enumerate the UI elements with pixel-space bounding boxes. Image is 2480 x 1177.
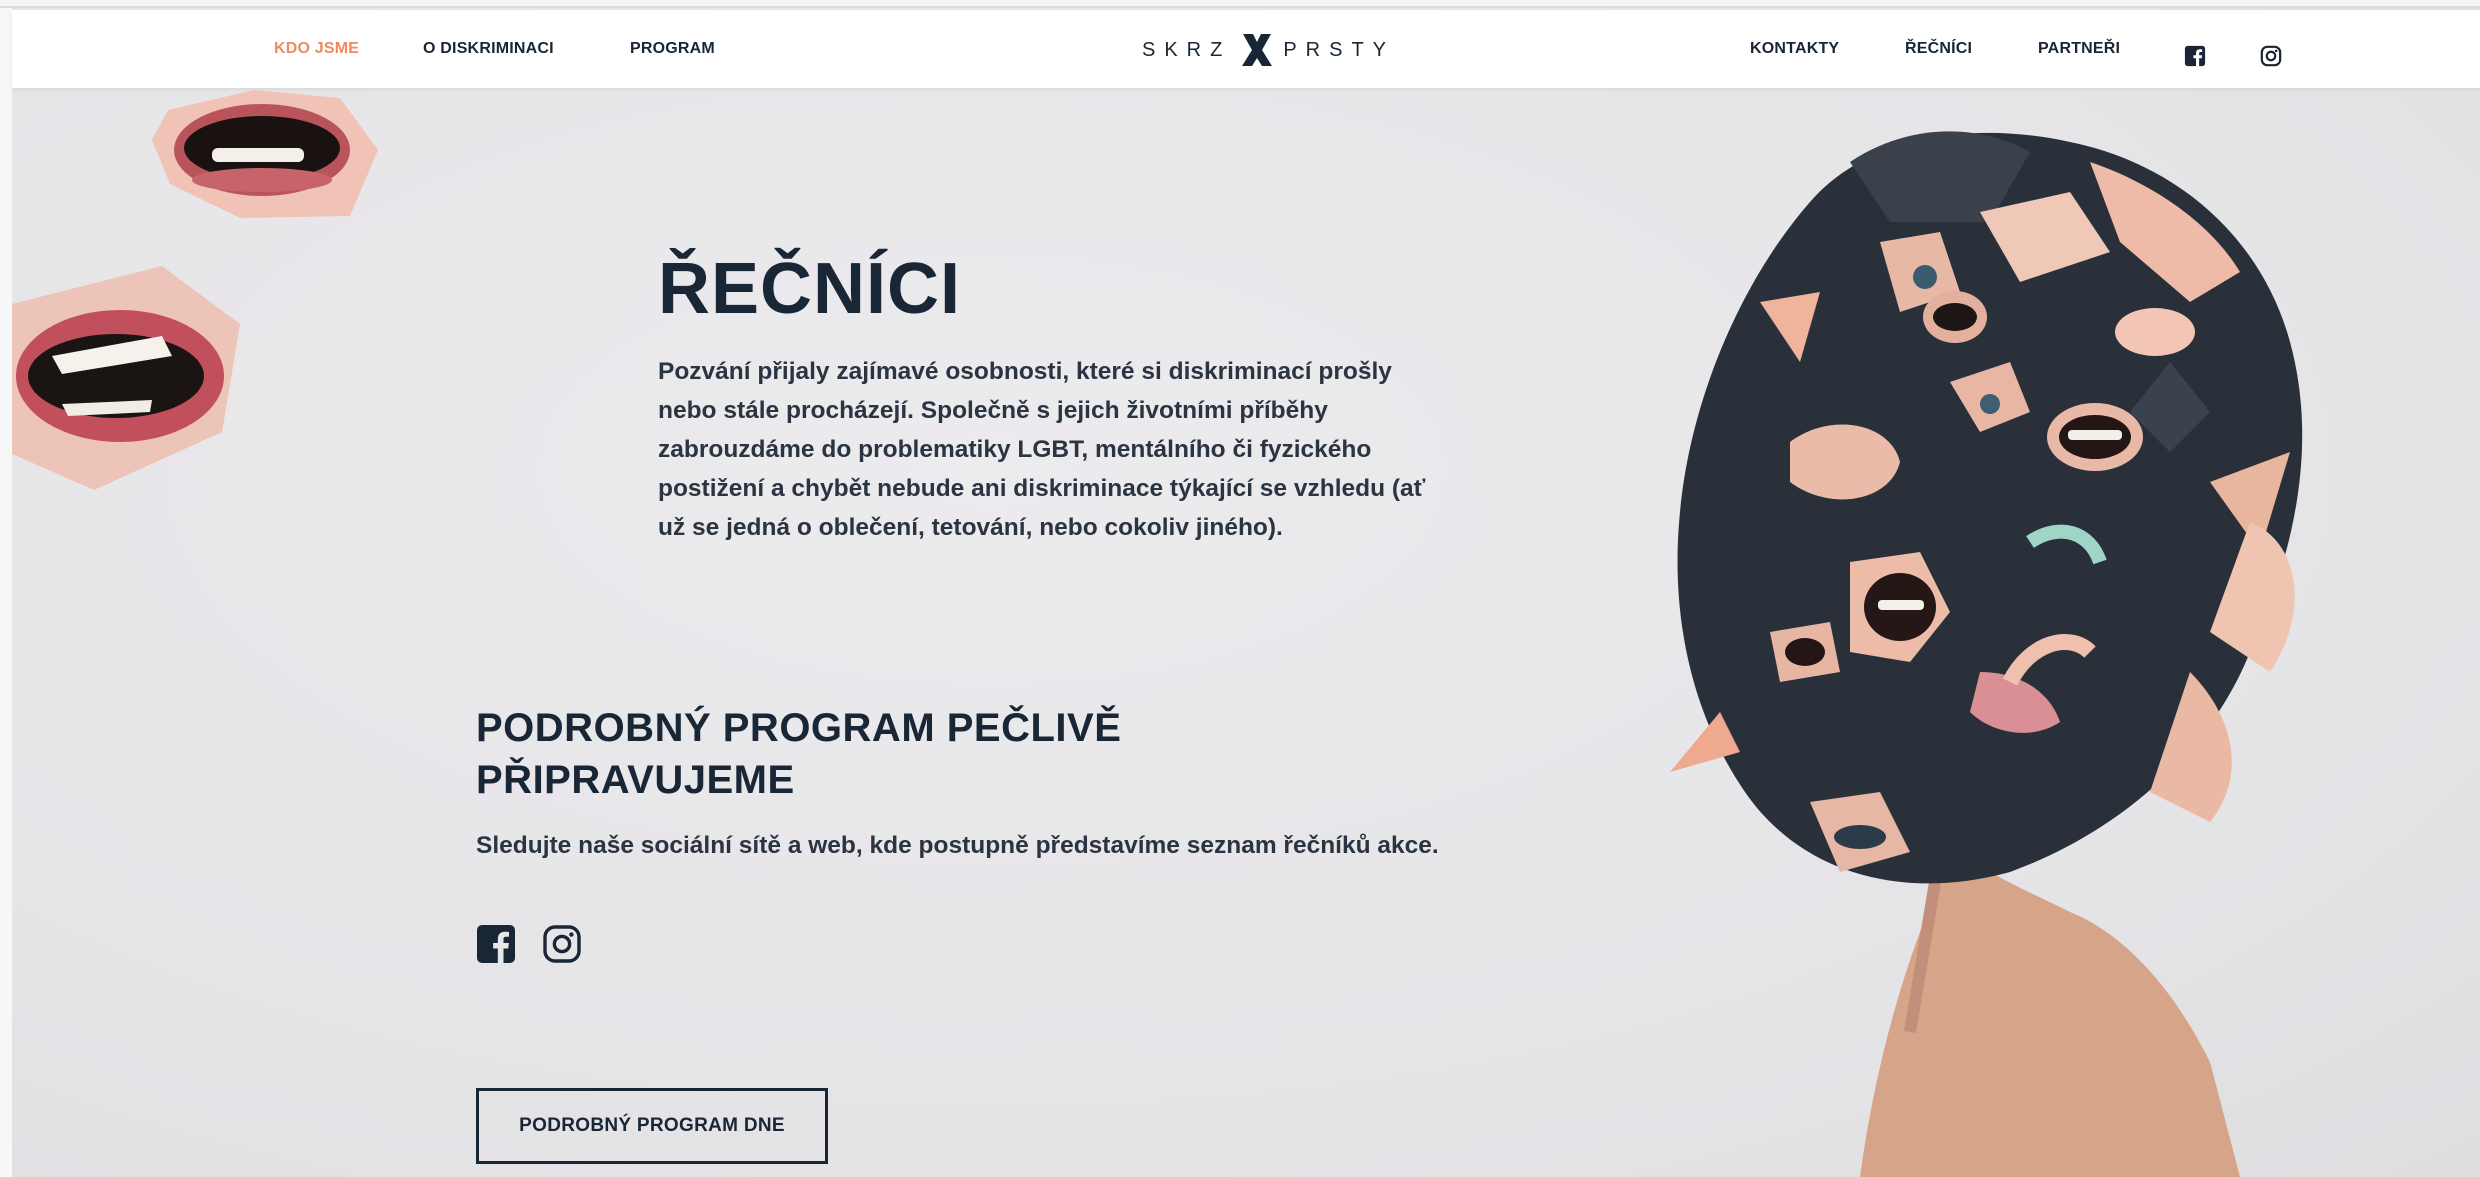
logo-text-left: SKRZ [1142, 38, 1232, 61]
nav-link-kontakty[interactable]: KONTAKTY [1750, 34, 1839, 64]
top-rule [0, 0, 2480, 8]
speakers-title: ŘEČNÍCI [658, 249, 962, 329]
logo-text-right: PRSTY [1283, 38, 1396, 61]
logo-x-icon [1242, 34, 1273, 66]
left-rule [0, 8, 12, 1177]
nav-link-recnici[interactable]: ŘEČNÍCI [1905, 34, 1972, 64]
nav-link-program[interactable]: PROGRAM [630, 34, 715, 64]
nav-link-partneri[interactable]: PARTNEŘI [2038, 34, 2120, 64]
instagram-icon[interactable] [542, 924, 582, 964]
nav-link-o-diskriminaci[interactable]: O DISKRIMINACI [423, 34, 554, 64]
page: KDO JSME O DISKRIMINACI PROGRAM SKRZ PRS… [0, 0, 2480, 1177]
instagram-icon[interactable] [2260, 45, 2282, 67]
mouth-collage-image [12, 266, 240, 490]
head-collage-image [1670, 131, 2303, 1177]
speakers-intro: Pozvání přijaly zajímavé osobnosti, kter… [658, 358, 1426, 541]
program-title: PODROBNÝ PROGRAM PEČLIVĚ PŘIPRAVUJEME [476, 706, 1122, 802]
program-text: Sledujte naše sociální sítě a web, kde p… [476, 832, 1439, 859]
nav-link-kdo-jsme[interactable]: KDO JSME [274, 34, 359, 64]
navbar: KDO JSME O DISKRIMINACI PROGRAM SKRZ PRS… [12, 10, 2480, 88]
program-detail-button[interactable]: PODROBNÝ PROGRAM DNE [476, 1088, 828, 1164]
facebook-icon[interactable] [2184, 45, 2206, 67]
facebook-icon[interactable] [476, 924, 516, 964]
mouth-collage-image [152, 90, 378, 218]
site-logo[interactable]: SKRZ PRSTY [1142, 32, 1395, 68]
